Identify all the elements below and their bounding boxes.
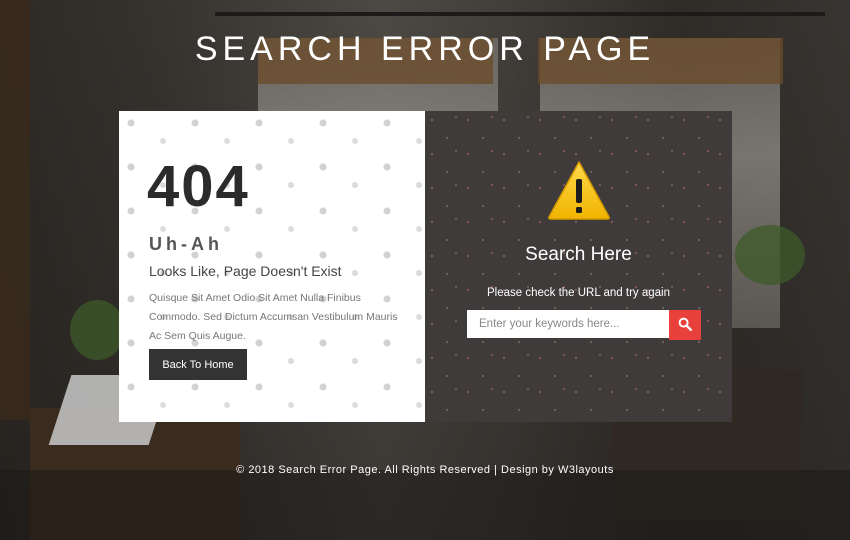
error-card: 404 Uh-Ah Looks Like, Page Doesn't Exist… [119, 111, 732, 422]
footer-copyright: © 2018 Search Error Page. All Rights Res… [236, 464, 614, 476]
error-description: Quisque Sit Amet Odio Sit Amet Nulla Fin… [149, 292, 398, 342]
background-floor [0, 470, 850, 540]
error-code: 404 [147, 154, 250, 219]
background-plant [70, 300, 125, 360]
search-form [467, 310, 701, 340]
error-message: Looks Like, Page Doesn't Exist [149, 263, 342, 279]
search-icon [678, 317, 693, 334]
warning-triangle-icon [546, 159, 612, 226]
background-plant [735, 225, 805, 285]
error-panel: 404 Uh-Ah Looks Like, Page Doesn't Exist… [119, 111, 425, 422]
search-input[interactable] [467, 310, 669, 338]
background-curtain-rod [215, 12, 825, 16]
page-title: SEARCH ERROR PAGE [194, 30, 656, 68]
search-panel: Search Here Please check the URL and try… [425, 111, 732, 422]
search-subtitle: Please check the URL and try again [486, 287, 671, 299]
error-exclamation: Uh-Ah [149, 234, 223, 254]
search-button[interactable] [669, 310, 701, 340]
back-to-home-button[interactable]: Back To Home [149, 349, 247, 380]
search-title: Search Here [525, 244, 632, 265]
